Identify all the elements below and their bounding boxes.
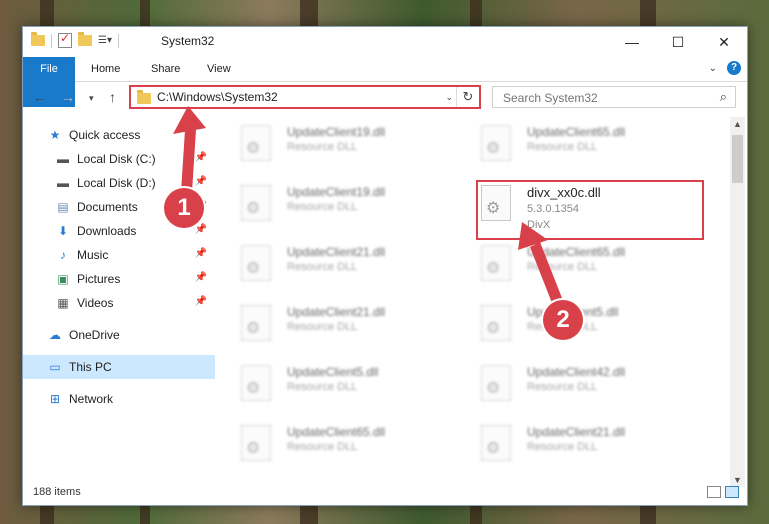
callout-badge-1: 1 bbox=[164, 188, 204, 228]
callout-arrow-1 bbox=[173, 106, 206, 192]
callout-badge-2: 2 bbox=[543, 300, 583, 340]
callout-arrows bbox=[173, 106, 562, 303]
callout-arrow-2 bbox=[518, 222, 562, 303]
